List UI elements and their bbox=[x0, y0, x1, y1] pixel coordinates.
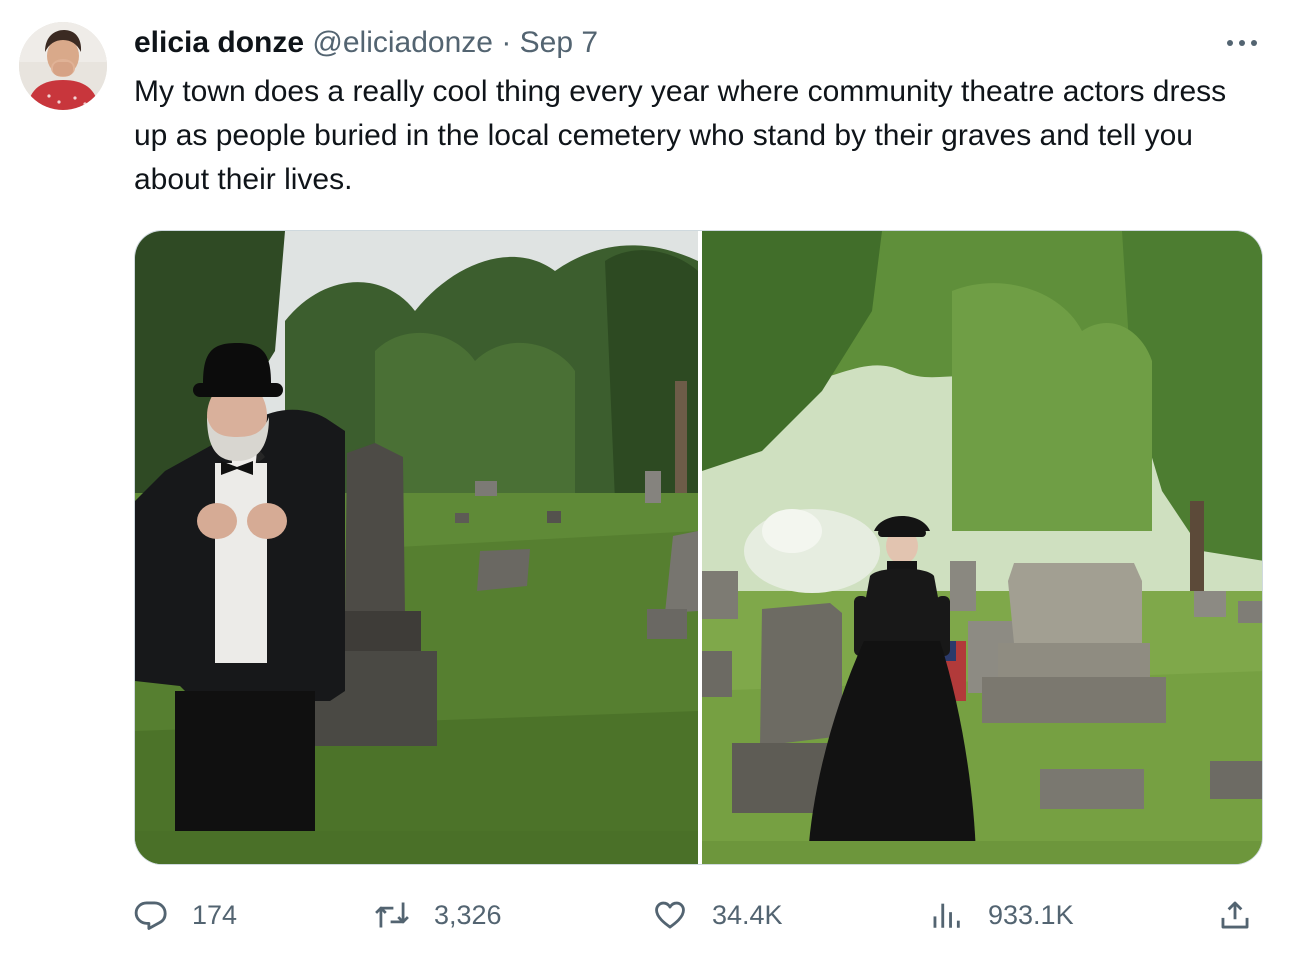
share-icon bbox=[1221, 901, 1249, 929]
cemetery-man-photo bbox=[135, 231, 698, 864]
reply-count: 174 bbox=[192, 899, 238, 930]
more-options-button[interactable] bbox=[1222, 28, 1262, 58]
repost-button[interactable]: 3,326 bbox=[374, 893, 502, 937]
media-photo-1[interactable] bbox=[135, 231, 698, 864]
views-button[interactable]: 933.1K bbox=[930, 893, 1074, 937]
views-icon bbox=[933, 903, 960, 928]
tweet: elicia donze @eliciadonze · Sep 7 My tow… bbox=[0, 0, 1294, 966]
views-count: 933.1K bbox=[988, 899, 1074, 930]
share-button[interactable] bbox=[1218, 893, 1252, 937]
like-count: 34.4K bbox=[712, 899, 783, 930]
media-photo-2[interactable] bbox=[702, 231, 1262, 864]
author-handle[interactable]: @eliciadonze bbox=[312, 26, 493, 59]
author-display-name[interactable]: elicia donze bbox=[134, 26, 304, 59]
like-button[interactable]: 34.4K bbox=[652, 893, 783, 937]
tweet-date[interactable]: Sep 7 bbox=[520, 26, 598, 59]
repost-icon bbox=[375, 902, 409, 928]
separator-dot: · bbox=[501, 26, 512, 59]
avatar-photo bbox=[19, 22, 107, 110]
tweet-header: elicia donze @eliciadonze · Sep 7 bbox=[134, 24, 598, 62]
reply-button[interactable]: 174 bbox=[134, 893, 237, 937]
reply-icon bbox=[134, 901, 167, 930]
tweet-text: My town does a really cool thing every y… bbox=[134, 75, 1227, 196]
cemetery-woman-photo bbox=[702, 231, 1262, 864]
tweet-actions-bar: 174 3,326 34.4K 933.1K bbox=[134, 893, 1263, 937]
like-icon bbox=[655, 901, 685, 929]
repost-count: 3,326 bbox=[434, 899, 502, 930]
more-horizontal-icon bbox=[1227, 40, 1257, 46]
media-grid bbox=[134, 230, 1263, 865]
avatar[interactable] bbox=[19, 22, 107, 110]
